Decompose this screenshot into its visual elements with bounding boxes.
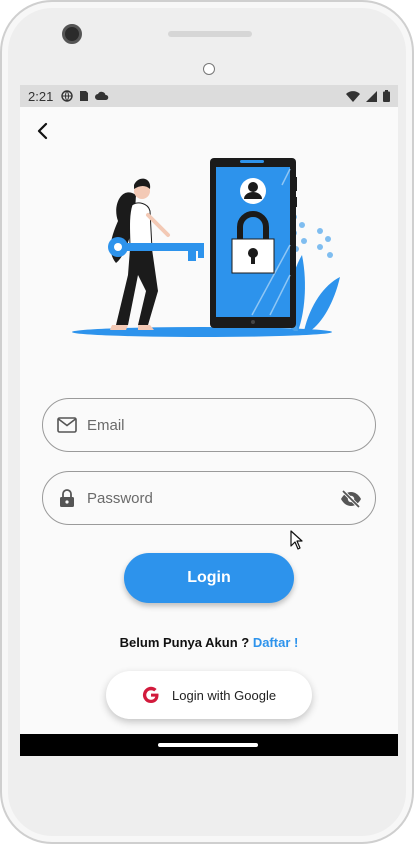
system-navigation-bar — [20, 734, 398, 756]
battery-icon — [383, 90, 390, 102]
mail-icon — [57, 415, 77, 435]
app-screen: 2:21 Email Login Belum Punya Akun ? Daft… — [20, 85, 398, 756]
globe-icon — [61, 90, 74, 102]
signup-prompt-row: Belum Punya Akun ? Daftar ! — [20, 635, 398, 650]
google-login-button[interactable]: Login with Google — [106, 671, 312, 719]
signal-icon — [366, 90, 377, 102]
login-button[interactable]: Login — [124, 553, 294, 603]
sim-card-icon — [80, 91, 89, 101]
status-left-icons — [61, 90, 109, 102]
password-field[interactable] — [42, 471, 376, 525]
mouse-cursor-icon — [290, 530, 303, 550]
email-field[interactable] — [42, 398, 376, 452]
phone-graphic — [210, 158, 297, 328]
google-login-label: Login with Google — [172, 687, 277, 703]
frame-sensor — [203, 63, 215, 75]
eye-off-icon — [341, 490, 361, 508]
woman-with-key — [108, 178, 204, 330]
home-gesture-handle[interactable] — [158, 743, 258, 747]
cloud-icon — [95, 91, 109, 100]
status-bar: 2:21 — [20, 85, 398, 107]
status-right-icons — [346, 90, 390, 102]
signup-prompt-text: Belum Punya Akun ? — [119, 635, 253, 650]
status-time: 2:21 — [28, 88, 54, 104]
login-illustration — [72, 158, 340, 337]
device-frame: 2:21 Email Login Belum Punya Akun ? Daft… — [0, 0, 414, 844]
front-camera — [62, 24, 82, 44]
wifi-icon — [346, 90, 360, 102]
google-icon — [142, 686, 159, 704]
back-button[interactable] — [32, 121, 52, 141]
chevron-left-icon — [37, 122, 48, 140]
signup-link[interactable]: Daftar ! — [253, 635, 299, 650]
lock-icon — [57, 488, 77, 508]
password-input[interactable] — [87, 489, 307, 507]
toggle-password-visibility[interactable] — [339, 487, 363, 511]
speaker-grille — [168, 31, 252, 37]
email-input[interactable] — [87, 416, 307, 434]
device-chin — [20, 756, 398, 818]
